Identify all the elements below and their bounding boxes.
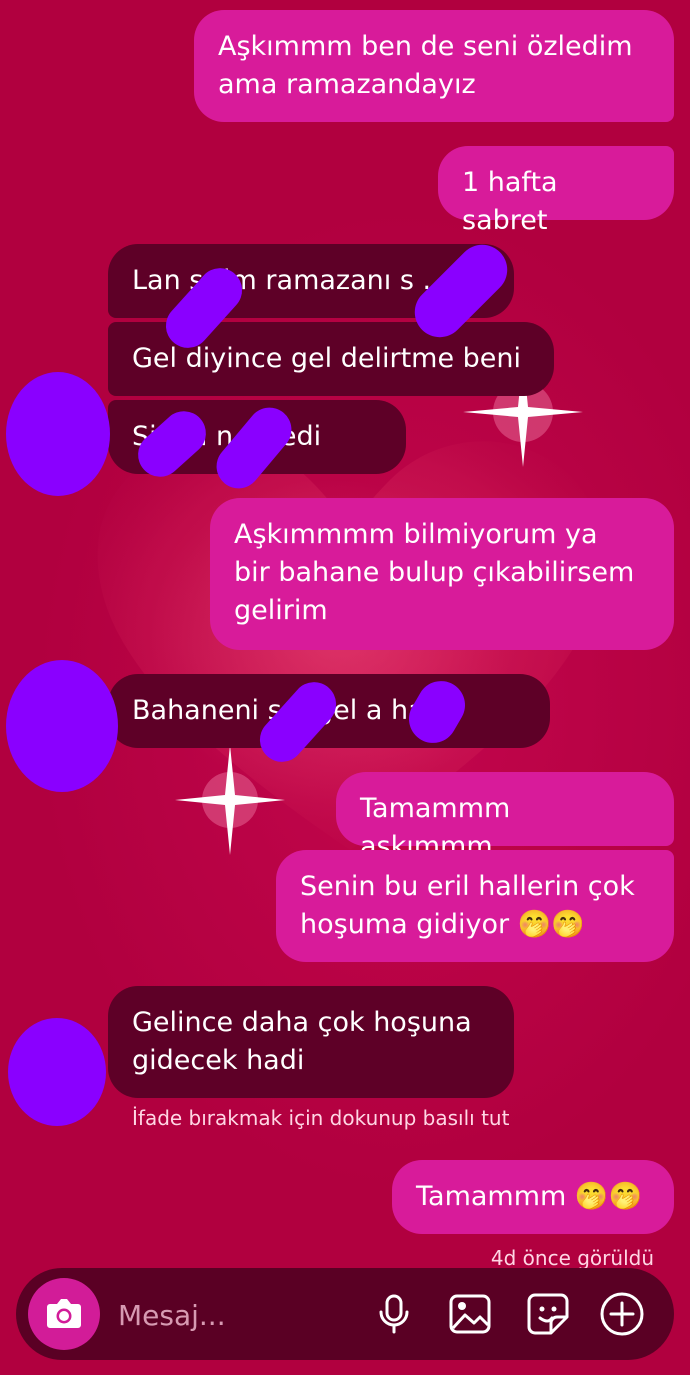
received-message[interactable]: Gelince daha çok hoşuna gidecek hadi [108,986,514,1098]
sent-message[interactable]: Aşkımmm ben de seni özledim ama ramazand… [194,10,674,122]
plus-icon[interactable] [598,1290,646,1338]
avatar-redacted [6,372,110,496]
sticker-icon[interactable] [524,1290,572,1338]
avatar-redacted [6,660,118,792]
sent-message[interactable]: 1 hafta sabret [438,146,674,236]
message-composer [16,1268,674,1360]
gallery-icon[interactable] [446,1290,494,1338]
sent-message[interactable]: Tamammm 🤭🤭 [392,1160,674,1234]
seen-status: 4d önce görüldü [490,1246,654,1268]
sent-message[interactable]: Senin bu eril hallerin çok hoşuma gidiyo… [276,850,674,962]
reaction-hint: İfade bırakmak için dokunup basılı tut [132,1106,510,1130]
microphone-icon[interactable] [370,1290,418,1338]
camera-button[interactable] [28,1278,100,1350]
camera-icon [47,1299,81,1328]
sent-message[interactable]: Tamammm aşkımmm [336,772,674,862]
message-input[interactable] [116,1294,360,1336]
sent-message[interactable]: Aşkımmmm bilmiyorum ya bir bahane bulup … [210,498,674,650]
avatar-redacted [8,1018,106,1126]
